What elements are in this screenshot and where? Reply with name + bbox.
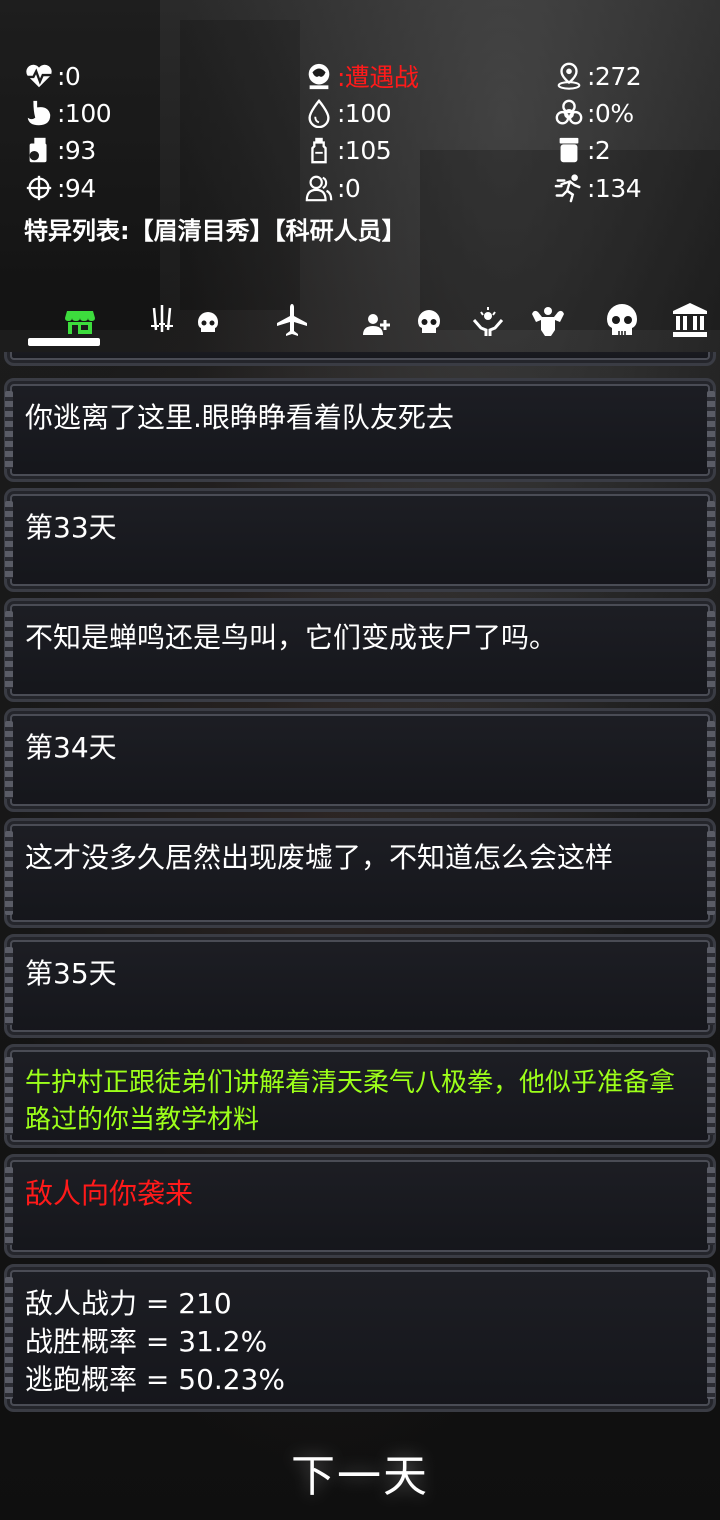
- hands-icon: [472, 307, 504, 336]
- skull-icon: [418, 310, 440, 333]
- log-card: 你逃离了这里.眼睁睁看着队友死去: [4, 378, 716, 482]
- battle-info: 敌人战力 = 210 战胜概率 = 31.2% 逃跑概率 = 50.23%: [25, 1285, 693, 1399]
- event-log[interactable]: 你逃离了这里.眼睁睁看着队友死去 第33天 不知是蝉鸣还是鸟叫，它们变成丧尸了吗…: [0, 352, 720, 1414]
- log-card: 第35天: [4, 934, 716, 1038]
- log-card: 不知是蝉鸣还是鸟叫，它们变成丧尸了吗。: [4, 598, 716, 702]
- log-card: 第34天: [4, 708, 716, 812]
- add-user-icon: [363, 314, 390, 335]
- weapons-icon: [151, 305, 173, 332]
- bank-icon: [673, 303, 707, 337]
- stomach-icon: [27, 100, 51, 126]
- hunger-stat: :100: [24, 95, 112, 131]
- log-day-label: 第35天: [25, 957, 117, 990]
- tab-zombies[interactable]: [403, 298, 455, 342]
- log-card: 牛护村正跟徒弟们讲解着清天柔气八极拳，他似乎准备拿路过的你当教学材料: [4, 1044, 716, 1148]
- log-text: 不知是蝉鸣还是鸟叫，它们变成丧尸了吗。: [25, 621, 558, 654]
- log-card: 敌人向你袭来: [4, 1154, 716, 1258]
- tab-bank[interactable]: [664, 298, 716, 342]
- attack-value: :94: [57, 173, 96, 203]
- encounter-icon: [308, 63, 330, 90]
- log-text: 你逃离了这里.眼睁睁看着队友死去: [25, 401, 454, 434]
- tab-skills[interactable]: [462, 298, 514, 342]
- tab-travel[interactable]: [266, 298, 318, 342]
- escape-rate: 逃跑概率 = 50.23%: [25, 1363, 286, 1396]
- speed-stat: :134: [554, 170, 642, 206]
- enemy-power: 敌人战力 = 210: [25, 1287, 232, 1320]
- battle-info-card: 敌人战力 = 210 战胜概率 = 31.2% 逃跑概率 = 50.23%: [4, 1264, 716, 1412]
- drink-value: :105: [337, 135, 392, 165]
- log-card: 这才没多久居然出现废墟了，不知道怎么会这样: [4, 818, 716, 928]
- log-card-partial: [4, 352, 716, 366]
- health-value: :0: [57, 61, 81, 91]
- traits-list: 特异列表:【眉清目秀】【科研人员】: [24, 217, 406, 245]
- tab-bar: [0, 298, 720, 350]
- drink-stat: :105: [304, 132, 392, 168]
- log-alert-text: 敌人向你袭来: [25, 1177, 194, 1210]
- distance-value: :272: [587, 61, 642, 91]
- heartbeat-icon: [26, 64, 52, 88]
- companions-value: :0: [337, 173, 361, 203]
- food-can-icon: [29, 137, 47, 163]
- log-card: 第33天: [4, 488, 716, 592]
- muscle-icon: [532, 307, 564, 336]
- log-text: 这才没多久居然出现废墟了，不知道怎么会这样: [25, 841, 614, 874]
- tab-weapons[interactable]: [140, 298, 184, 342]
- water-drop-icon: [308, 98, 330, 128]
- speed-value: :134: [587, 173, 642, 203]
- bottle-icon: [311, 137, 327, 164]
- status-value: :遭遇战: [337, 63, 419, 92]
- running-icon: [554, 174, 581, 203]
- status-stat: :遭遇战: [304, 58, 419, 94]
- food-value: :93: [57, 135, 96, 165]
- food-stat: :93: [24, 132, 96, 168]
- skull-icon: [198, 312, 218, 332]
- plane-icon: [277, 304, 307, 336]
- medicine-stat: :2: [554, 132, 611, 168]
- biohazard-icon: [555, 99, 583, 125]
- active-tab-indicator: [28, 338, 100, 346]
- log-event-text: 牛护村正跟徒弟们讲解着清天柔气八极拳，他似乎准备拿路过的你当教学材料: [25, 1068, 676, 1135]
- next-day-button[interactable]: 下一天: [260, 1440, 460, 1504]
- tab-shop[interactable]: [54, 298, 106, 342]
- health-stat: :0: [24, 58, 81, 94]
- tab-recruit[interactable]: [350, 298, 402, 342]
- log-day-label: 第33天: [25, 511, 117, 544]
- crosshair-icon: [26, 175, 52, 201]
- shop-icon: [65, 311, 95, 334]
- companions-icon: [305, 175, 333, 202]
- skull-large-icon: [607, 304, 637, 335]
- tab-skull-small[interactable]: [184, 298, 232, 342]
- infection-stat: :0%: [554, 95, 634, 131]
- infection-value: :0%: [587, 98, 634, 128]
- attack-stat: :94: [24, 170, 96, 206]
- location-pin-icon: [557, 62, 581, 90]
- tab-graveyard[interactable]: [596, 298, 648, 342]
- distance-stat: :272: [554, 58, 642, 94]
- log-day-label: 第34天: [25, 731, 117, 764]
- companions-stat: :0: [304, 170, 361, 206]
- tab-training[interactable]: [522, 298, 574, 342]
- medicine-value: :2: [587, 135, 611, 165]
- win-rate: 战胜概率 = 31.2%: [25, 1325, 268, 1358]
- water-stat: :100: [304, 95, 392, 131]
- medicine-jar-icon: [559, 137, 579, 163]
- water-value: :100: [337, 98, 392, 128]
- hunger-value: :100: [57, 98, 112, 128]
